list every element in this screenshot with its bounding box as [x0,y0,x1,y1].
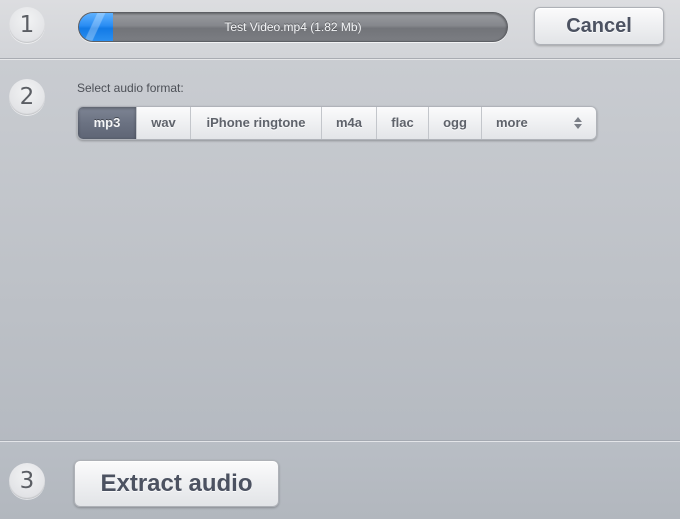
format-option-m4a[interactable]: m4a [322,107,377,139]
format-option-iphone-ringtone[interactable]: iPhone ringtone [191,107,322,139]
more-label: more [496,115,528,130]
step-number-3: 3 [9,463,45,499]
step-number-2: 2 [9,79,45,115]
audio-format-selector: mp3 wav iPhone ringtone m4a flac ogg mor… [77,106,597,140]
select-format-label: Select audio format: [77,81,184,95]
up-down-arrows-icon [574,107,582,139]
format-option-wav[interactable]: wav [137,107,191,139]
upload-progress-bar: Test Video.mp4 (1.82 Mb) [78,12,508,42]
format-option-flac[interactable]: flac [377,107,429,139]
extract-audio-button[interactable]: Extract audio [74,460,279,507]
step-number-1: 1 [9,7,45,43]
progress-file-label: Test Video.mp4 (1.82 Mb) [224,20,362,34]
format-more-dropdown[interactable]: more [482,107,596,139]
format-option-mp3[interactable]: mp3 [78,107,137,139]
cancel-button[interactable]: Cancel [534,7,664,45]
format-option-ogg[interactable]: ogg [429,107,482,139]
